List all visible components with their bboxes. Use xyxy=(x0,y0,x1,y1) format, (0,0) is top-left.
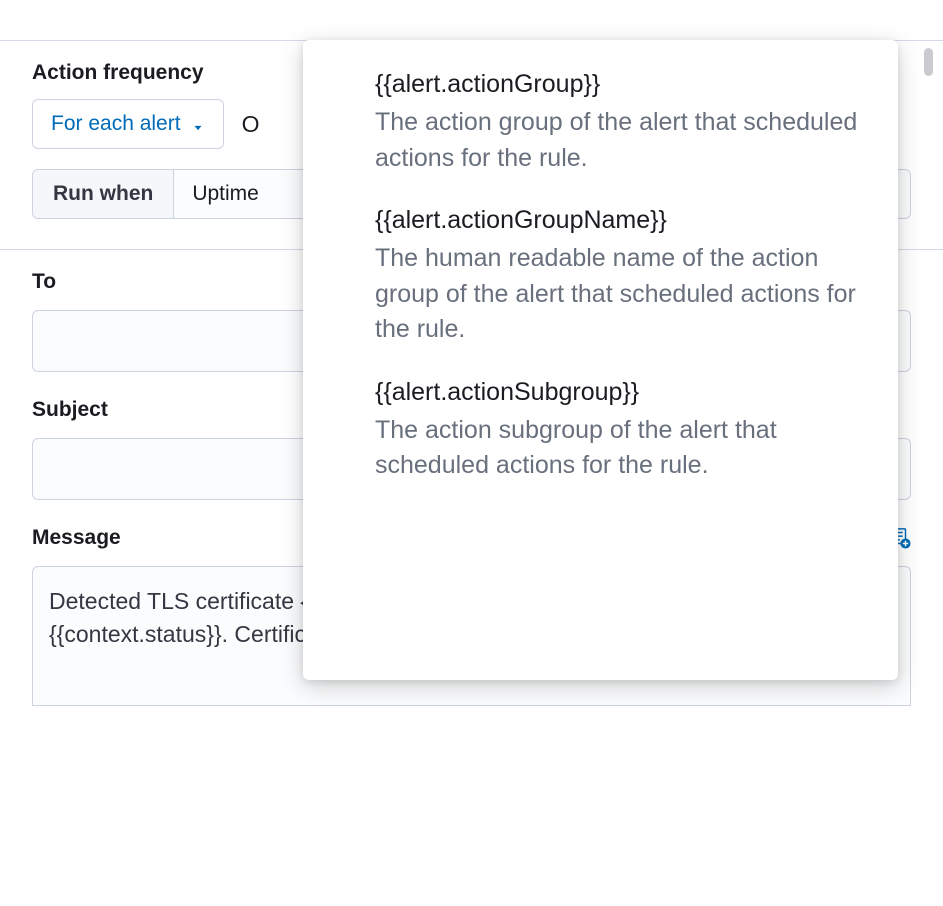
variable-name: {{alert.actionSubgroup}} xyxy=(375,378,862,407)
variable-desc: The human readable name of the action gr… xyxy=(375,241,862,348)
frequency-text-after: O xyxy=(242,111,260,138)
message-label: Message xyxy=(32,526,121,550)
variable-name: {{alert.actionGroupName}} xyxy=(375,206,862,235)
variable-name: {{alert.actionGroup}} xyxy=(375,70,862,99)
variable-option[interactable]: {{alert.actionSubgroup}} The action subg… xyxy=(303,368,898,504)
variable-option[interactable]: {{alert.actionGroupName}} The human read… xyxy=(303,196,898,368)
frequency-dropdown[interactable]: For each alert xyxy=(32,99,224,149)
run-when-prefix: Run when xyxy=(32,169,173,219)
frequency-dropdown-value: For each alert xyxy=(51,112,181,136)
variable-desc: The action group of the alert that sched… xyxy=(375,105,862,176)
variable-option[interactable]: {{alert.actionGroup}} The action group o… xyxy=(303,60,898,196)
popover-arrow xyxy=(846,666,874,680)
chevron-down-icon xyxy=(191,117,205,131)
variable-desc: The action subgroup of the alert that sc… xyxy=(375,413,862,484)
variable-popover: {{alert.actionGroup}} The action group o… xyxy=(303,40,898,680)
scrollbar-thumb[interactable] xyxy=(924,48,933,76)
